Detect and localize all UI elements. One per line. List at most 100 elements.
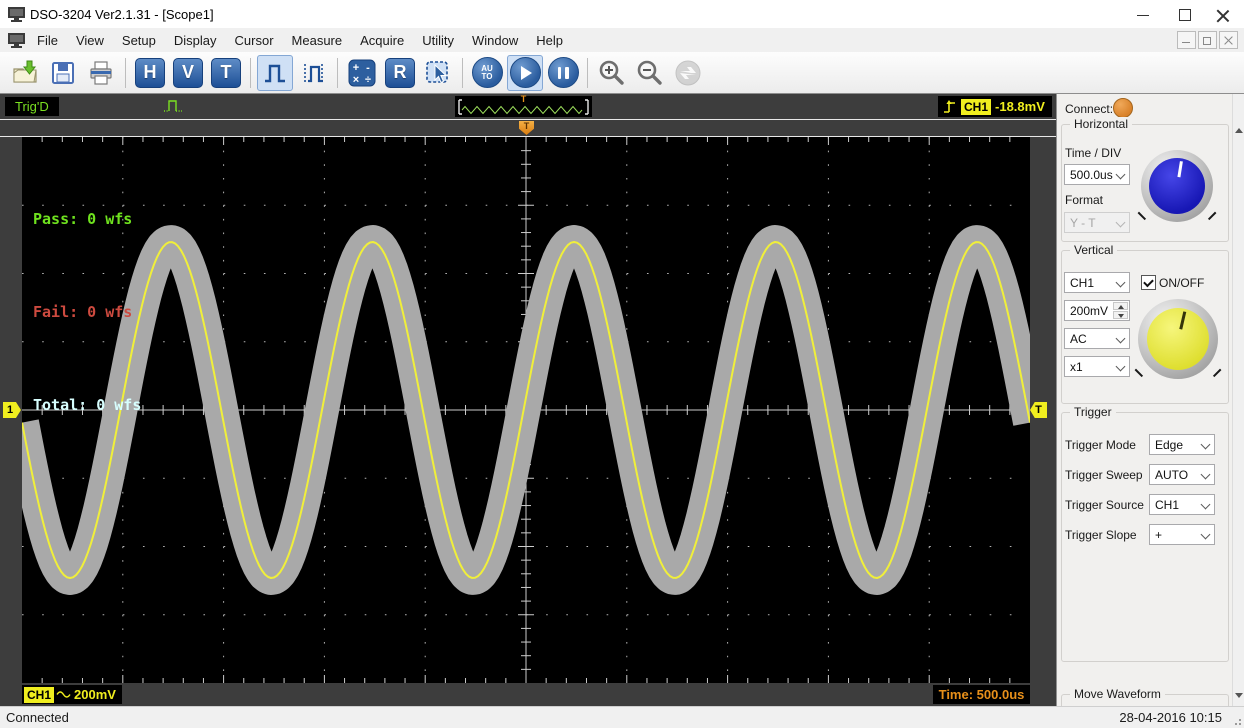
print-button[interactable]	[83, 55, 119, 91]
toolbar: H V T + - × ÷	[0, 52, 1244, 94]
spinner-down-button[interactable]	[1113, 311, 1128, 319]
autoset-button[interactable]: AUTO	[469, 55, 505, 91]
trigger-level-marker[interactable]: T	[1030, 402, 1047, 418]
horizontal-marker-band: T	[0, 120, 1056, 137]
chevron-down-icon	[1201, 440, 1211, 450]
pulse-train-button[interactable]	[295, 55, 331, 91]
toolbar-separator	[587, 58, 588, 88]
menu-setup[interactable]: Setup	[113, 30, 165, 51]
chevron-down-icon	[1201, 500, 1211, 510]
pulse-icon	[262, 60, 288, 86]
zoom-in-icon	[598, 59, 626, 87]
trigger-readout: CH1 -18.8mV	[938, 96, 1052, 117]
vertical-group-title: Vertical	[1070, 243, 1117, 257]
channel-select[interactable]: CH1	[1064, 272, 1130, 293]
zoom-out-icon	[636, 59, 664, 87]
pulse-dashed-icon	[300, 60, 326, 86]
menu-acquire[interactable]: Acquire	[351, 30, 413, 51]
trigger-channel-badge: CH1	[961, 99, 991, 115]
mdi-close-button[interactable]	[1219, 31, 1238, 49]
mdi-minimize-button[interactable]	[1177, 31, 1196, 49]
scroll-down-icon[interactable]	[1235, 693, 1243, 698]
menu-view[interactable]: View	[67, 30, 113, 51]
menu-window[interactable]: Window	[463, 30, 527, 51]
channel1-position-marker[interactable]: 1	[3, 402, 21, 418]
trigger-sweep-select[interactable]: AUTO	[1149, 464, 1215, 485]
panel-scrollbar[interactable]	[1232, 94, 1244, 706]
preview-wave-path	[462, 107, 582, 114]
app-logo-icon	[8, 6, 25, 22]
horizontal-group-title: Horizontal	[1070, 117, 1132, 131]
connect-label: Connect:	[1065, 102, 1113, 116]
trigger-mode-label: Trigger Mode	[1065, 438, 1136, 452]
open-button[interactable]	[7, 55, 43, 91]
trigger-slope-select[interactable]: +	[1149, 524, 1215, 545]
scroll-up-icon[interactable]	[1235, 128, 1243, 133]
menu-bar: File View Setup Display Cursor Measure A…	[0, 28, 1244, 52]
mdi-restore-button[interactable]	[1198, 31, 1217, 49]
swap-arrows-icon	[674, 59, 702, 87]
h-icon: H	[135, 58, 165, 88]
minimize-button[interactable]	[1126, 0, 1160, 28]
coupling-select[interactable]: AC	[1064, 328, 1130, 349]
run-button[interactable]	[507, 55, 543, 91]
vertical-setup-button[interactable]: V	[170, 55, 206, 91]
menu-display[interactable]: Display	[165, 30, 226, 51]
save-button[interactable]	[45, 55, 81, 91]
menu-help[interactable]: Help	[527, 30, 572, 51]
math-button[interactable]: + - × ÷	[344, 55, 380, 91]
trigger-position-marker[interactable]: T	[519, 121, 534, 135]
chevron-down-icon	[1201, 470, 1211, 480]
pass-fail-button[interactable]	[257, 55, 293, 91]
knob-face	[1149, 158, 1205, 214]
scope-bottom-bar: CH1 200mV Time: 500.0us	[0, 683, 1056, 706]
pause-button[interactable]	[545, 55, 581, 91]
spinner-up-button[interactable]	[1113, 302, 1128, 310]
printer-icon	[88, 60, 114, 86]
toolbar-separator	[125, 58, 126, 88]
datetime-status: 28-04-2016 10:15	[1119, 710, 1222, 725]
close-button[interactable]	[1206, 0, 1240, 28]
svg-text:÷: ÷	[365, 74, 371, 86]
volt-div-spinner[interactable]: 200mV	[1064, 300, 1130, 321]
horizontal-expand-button[interactable]	[670, 55, 706, 91]
channel-onoff-checkbox[interactable]	[1141, 275, 1156, 290]
scope-screen: Pass: 0 wfs Fail: 0 wfs Total: 0 wfs	[22, 137, 1030, 683]
menu-measure[interactable]: Measure	[283, 30, 352, 51]
play-icon	[510, 57, 541, 88]
select-zone-button[interactable]	[420, 55, 456, 91]
trigger-slope-label: Trigger Slope	[1065, 528, 1137, 542]
format-select[interactable]: Y - T	[1064, 212, 1130, 233]
channel1-readout: CH1 200mV	[22, 685, 122, 704]
time-div-select[interactable]: 500.0us	[1064, 164, 1130, 185]
preview-trigger-marker: T	[455, 94, 592, 104]
channel1-scale: 200mV	[74, 687, 116, 702]
menu-file[interactable]: File	[28, 30, 67, 51]
chevron-down-icon	[1116, 218, 1126, 228]
horizontal-setup-button[interactable]: H	[132, 55, 168, 91]
trigger-setup-button[interactable]: T	[208, 55, 244, 91]
chevron-down-icon	[1116, 278, 1126, 288]
trigger-source-select[interactable]: CH1	[1149, 494, 1215, 515]
zoom-in-button[interactable]	[594, 55, 630, 91]
zoom-out-button[interactable]	[632, 55, 668, 91]
maximize-button[interactable]	[1168, 0, 1202, 28]
reference-button[interactable]: R	[382, 55, 418, 91]
menu-cursor[interactable]: Cursor	[226, 30, 283, 51]
cursor-select-icon	[424, 59, 452, 87]
probe-select[interactable]: x1	[1064, 356, 1130, 377]
toolbar-separator	[337, 58, 338, 88]
vertical-position-knob[interactable]	[1138, 299, 1218, 379]
resize-grip[interactable]	[1230, 714, 1242, 726]
connect-status-indicator	[1113, 98, 1133, 118]
horizontal-position-knob[interactable]	[1141, 150, 1213, 222]
trigger-mode-select[interactable]: Edge	[1149, 434, 1215, 455]
move-waveform-title: Move Waveform	[1070, 687, 1165, 701]
menu-utility[interactable]: Utility	[413, 30, 463, 51]
pause-icon	[548, 57, 579, 88]
knob-face	[1147, 308, 1209, 370]
trigger-level-value: -18.8mV	[995, 99, 1045, 114]
svg-text:-: -	[366, 62, 370, 74]
svg-text:×: ×	[353, 74, 359, 86]
waveform-position-preview[interactable]: T	[455, 96, 592, 117]
